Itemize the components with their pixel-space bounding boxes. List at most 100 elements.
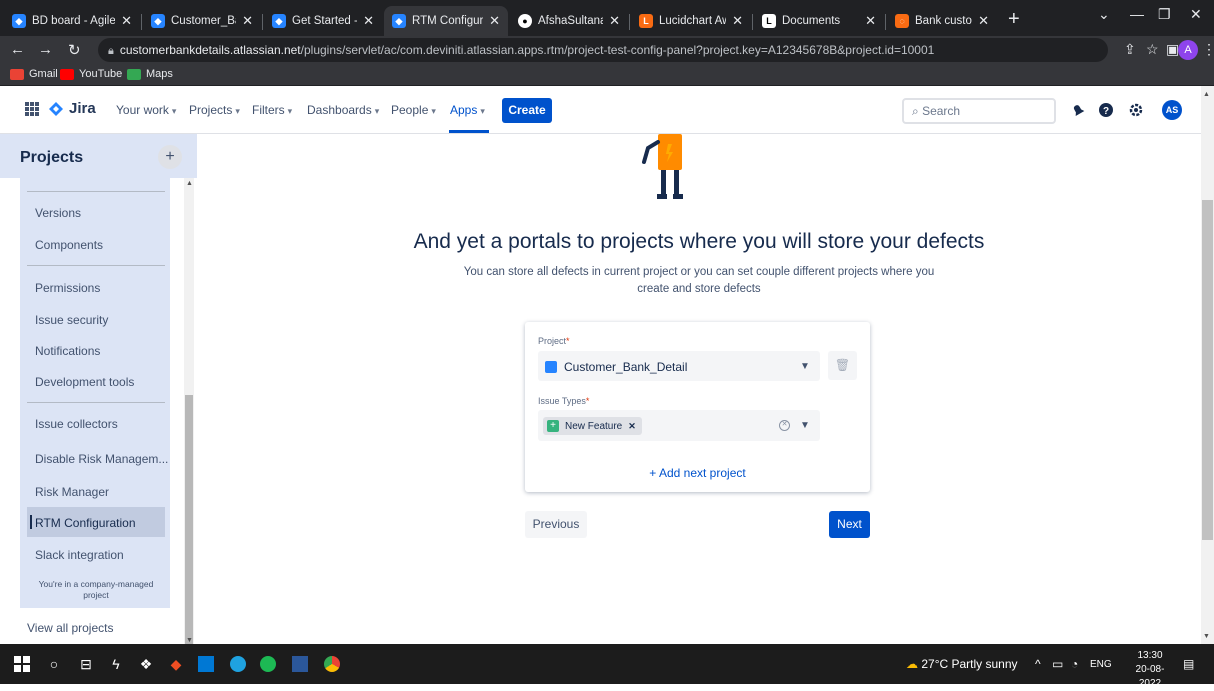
scroll-up-arrow-icon[interactable]: ▲ [1203,91,1210,98]
windows-start-icon[interactable] [12,654,32,674]
spotify-icon[interactable] [258,654,278,674]
close-tab-icon[interactable]: ✕ [363,13,374,29]
nav-projects[interactable]: Projects ▾ [189,103,240,117]
search-icon[interactable]: ○ [44,654,64,674]
notification-center-icon[interactable]: ▤ [1183,657,1194,671]
clear-selection-icon[interactable]: ✕ [779,420,790,431]
browser-tab[interactable]: ◆ BD board - Agile ✕ [4,6,140,36]
dropbox-icon[interactable]: ❖ [136,654,156,674]
close-tab-icon[interactable]: ✕ [121,13,132,29]
forward-icon[interactable]: → [38,41,53,58]
scroll-up-arrow-icon[interactable]: ▲ [186,180,193,187]
close-tab-icon[interactable]: ✕ [978,13,989,29]
chevron-down-icon[interactable]: ▼ [800,361,810,372]
scroll-down-arrow-icon[interactable]: ▼ [1203,633,1210,640]
share-icon[interactable]: ⇪ [1124,41,1136,58]
browser-tab[interactable]: ● AfshaSultanaa/Cu ✕ [510,6,628,36]
task-view-icon[interactable]: ⊟ [76,654,96,674]
page-title: And yet a portals to projects where you … [413,230,985,253]
chrome-browser-icon[interactable] [322,654,342,674]
chevron-down-icon[interactable]: ▼ [800,420,810,431]
search-input[interactable]: ⌕ Search [902,98,1056,124]
clock[interactable]: 13:30 20-08-2022 [1128,649,1172,691]
remove-tag-icon[interactable]: ✕ [628,421,636,432]
browser-tab[interactable]: ◌ Bank customer d ✕ [887,6,997,36]
lightning-app-icon[interactable]: ϟ [106,654,126,674]
view-all-projects-link[interactable]: View all projects [27,621,113,635]
back-icon[interactable]: ← [10,41,25,58]
url-input[interactable]: 🔒︎ customerbankdetails.atlassian.net/plug… [98,38,1108,62]
previous-button[interactable]: Previous [525,511,587,538]
close-tab-icon[interactable]: ✕ [732,13,743,29]
bookmark-star-icon[interactable]: ☆ [1146,41,1159,58]
sidebar-item-notifications[interactable]: Notifications [35,344,100,358]
browser-tab[interactable]: ◆ Get Started - Jira ✕ [264,6,382,36]
user-avatar[interactable]: AS [1162,100,1182,120]
notifications-bell-icon[interactable] [1069,101,1087,119]
sidebar-item-disable-risk-management[interactable]: Disable Risk Managem... [35,452,168,466]
youtube-icon [60,68,74,80]
delete-project-button[interactable]: 🗑︎ [828,351,857,380]
sidebar-item-permissions[interactable]: Permissions [35,281,100,295]
sidebar-item-rtm-configuration[interactable]: RTM Configuration [35,516,136,530]
next-button[interactable]: Next [829,511,870,538]
sidebar-scrollbar-thumb[interactable] [185,395,193,647]
nav-apps[interactable]: Apps ▾ [450,103,485,117]
bookmarks-bar: Gmail YouTube Maps [0,64,1214,86]
create-button[interactable]: Create [502,98,552,123]
project-select-value: Customer_Bank_Detail [564,360,688,374]
sidebar-item-components[interactable]: Components [35,238,103,252]
maximize-icon[interactable]: ❐ [1158,6,1171,23]
battery-icon[interactable]: ▭ [1052,657,1063,671]
sidebar-title: Projects [20,149,84,166]
sidebar-item-versions[interactable]: Versions [35,206,81,220]
wifi-icon[interactable]: ◔ [1071,657,1078,671]
sidebar-item-development-tools[interactable]: Development tools [35,375,134,389]
nav-dashboards[interactable]: Dashboards ▾ [307,103,379,117]
page-scrollbar-thumb[interactable] [1202,200,1213,540]
bookmark-gmail[interactable]: Gmail [10,68,58,80]
add-next-project-link[interactable]: + Add next project [525,466,870,480]
settings-gear-icon[interactable] [1127,101,1145,119]
browser-menu-icon[interactable]: ⋮ [1202,41,1214,58]
close-window-icon[interactable]: ✕ [1190,6,1202,23]
minimize-icon[interactable]: — [1130,6,1144,22]
weather-widget[interactable]: ☁ 27°C Partly sunny [906,657,1018,671]
reload-icon[interactable]: ↻ [68,41,81,59]
system-tray-chevron-icon[interactable]: ^ [1035,657,1041,671]
photos-app-icon[interactable] [196,654,216,674]
lucid-documents-favicon-icon: L [762,14,776,28]
sidebar-item-issue-security[interactable]: Issue security [35,313,108,327]
scroll-down-arrow-icon[interactable]: ▼ [186,637,193,644]
browser-tab-active[interactable]: ◆ RTM Configuratio ✕ [384,6,508,36]
sidebar-item-issue-collectors[interactable]: Issue collectors [35,417,118,431]
nav-your-work[interactable]: Your work ▾ [116,103,176,117]
nav-people[interactable]: People ▾ [391,103,436,117]
git-app-icon[interactable]: ◆ [166,654,186,674]
browser-tab[interactable]: L Documents ✕ [754,6,884,36]
sidebar-item-risk-manager[interactable]: Risk Manager [35,485,109,499]
close-tab-icon[interactable]: ✕ [242,13,253,29]
sidebar-item-slack-integration[interactable]: Slack integration [35,548,124,562]
close-tab-icon[interactable]: ✕ [489,13,500,29]
new-tab-icon[interactable]: + [1008,8,1020,31]
bookmark-maps[interactable]: Maps [127,68,173,80]
language-indicator[interactable]: ENG [1090,659,1112,670]
edge-browser-icon[interactable] [228,654,248,674]
sidebar-selected-indicator [30,515,32,529]
close-tab-icon[interactable]: ✕ [609,13,620,29]
browser-tab[interactable]: L Lucidchart Aws - ✕ [631,6,751,36]
app-switcher-icon[interactable] [25,102,39,116]
add-project-button[interactable]: + [158,145,182,169]
help-icon[interactable]: ? [1097,101,1115,119]
browser-tab[interactable]: ◆ Customer_Bank_D ✕ [143,6,261,36]
address-bar: ← → ↻ 🔒︎ customerbankdetails.atlassian.ne… [0,36,1214,64]
profile-avatar[interactable]: A [1178,40,1198,60]
tab-search-icon[interactable]: ⌄ [1098,6,1110,23]
close-tab-icon[interactable]: ✕ [865,13,876,29]
word-app-icon[interactable] [290,654,310,674]
jira-logo[interactable]: Jira [48,100,96,117]
maps-icon [127,68,141,80]
nav-filters[interactable]: Filters ▾ [252,103,292,117]
bookmark-youtube[interactable]: YouTube [60,68,122,80]
